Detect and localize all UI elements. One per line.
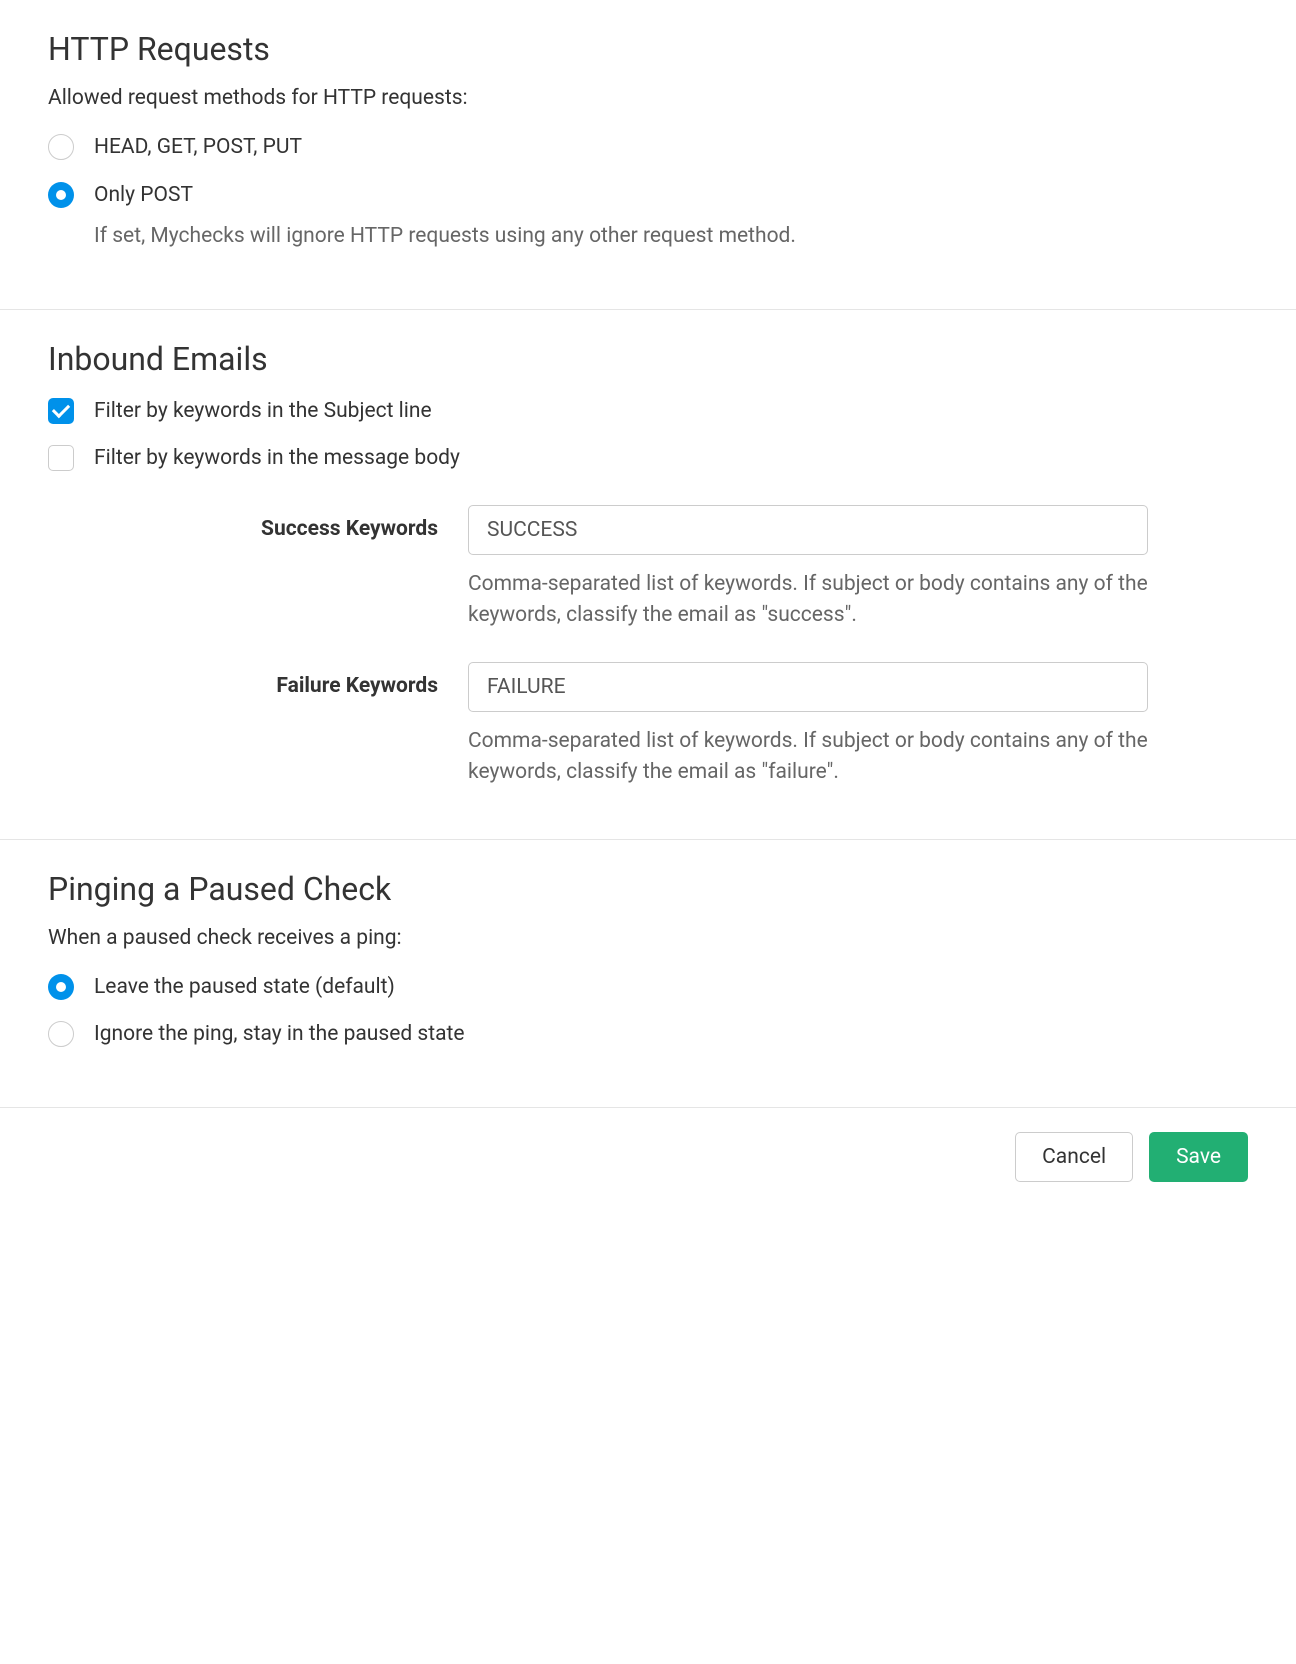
radio-only-post[interactable] <box>48 182 74 208</box>
failure-keywords-row: Failure Keywords Comma-separated list of… <box>48 662 1248 789</box>
radio-label-only-post: Only POST <box>94 180 1248 212</box>
checkbox-label-body: Filter by keywords in the message body <box>94 443 1248 475</box>
success-keywords-help: Comma-separated list of keywords. If sub… <box>468 569 1148 632</box>
checkbox-label-subject: Filter by keywords in the Subject line <box>94 396 1248 428</box>
cancel-button[interactable]: Cancel <box>1015 1132 1133 1182</box>
inbound-emails-title: Inbound Emails <box>48 340 1248 378</box>
pinging-paused-section: Pinging a Paused Check When a paused che… <box>0 840 1296 1107</box>
failure-keywords-help: Comma-separated list of keywords. If sub… <box>468 726 1148 789</box>
pinging-paused-radio-group: Leave the paused state (default) Ignore … <box>48 972 1248 1051</box>
success-keywords-row: Success Keywords Comma-separated list of… <box>48 505 1248 632</box>
radio-help-only-post: If set, Mychecks will ignore HTTP reques… <box>94 221 1248 253</box>
success-keywords-input[interactable] <box>468 505 1148 555</box>
http-requests-title: HTTP Requests <box>48 30 1248 68</box>
radio-leave-paused[interactable] <box>48 974 74 1000</box>
checkbox-filter-body[interactable] <box>48 445 74 471</box>
radio-item-leave-paused[interactable]: Leave the paused state (default) <box>48 972 1248 1004</box>
radio-label-leave-paused: Leave the paused state (default) <box>94 972 1248 1004</box>
radio-item-only-post[interactable]: Only POST If set, Mychecks will ignore H… <box>48 180 1248 253</box>
inbound-emails-section: Inbound Emails Filter by keywords in the… <box>0 310 1296 839</box>
radio-item-all-methods[interactable]: HEAD, GET, POST, PUT <box>48 132 1248 164</box>
http-requests-section: HTTP Requests Allowed request methods fo… <box>0 0 1296 309</box>
failure-keywords-label: Failure Keywords <box>48 662 468 698</box>
email-filter-checkbox-group: Filter by keywords in the Subject line F… <box>48 396 1248 475</box>
radio-label-ignore-ping: Ignore the ping, stay in the paused stat… <box>94 1019 1248 1051</box>
checkbox-item-body[interactable]: Filter by keywords in the message body <box>48 443 1248 475</box>
radio-label-all-methods: HEAD, GET, POST, PUT <box>94 132 1248 164</box>
failure-keywords-input[interactable] <box>468 662 1148 712</box>
footer: Cancel Save <box>0 1108 1296 1206</box>
radio-item-ignore-ping[interactable]: Ignore the ping, stay in the paused stat… <box>48 1019 1248 1051</box>
radio-all-methods[interactable] <box>48 134 74 160</box>
success-keywords-label: Success Keywords <box>48 505 468 541</box>
http-methods-radio-group: HEAD, GET, POST, PUT Only POST If set, M… <box>48 132 1248 253</box>
http-requests-description: Allowed request methods for HTTP request… <box>48 86 1248 110</box>
checkbox-filter-subject[interactable] <box>48 398 74 424</box>
pinging-paused-description: When a paused check receives a ping: <box>48 926 1248 950</box>
radio-ignore-ping[interactable] <box>48 1021 74 1047</box>
save-button[interactable]: Save <box>1149 1132 1248 1182</box>
pinging-paused-title: Pinging a Paused Check <box>48 870 1248 908</box>
checkbox-item-subject[interactable]: Filter by keywords in the Subject line <box>48 396 1248 428</box>
